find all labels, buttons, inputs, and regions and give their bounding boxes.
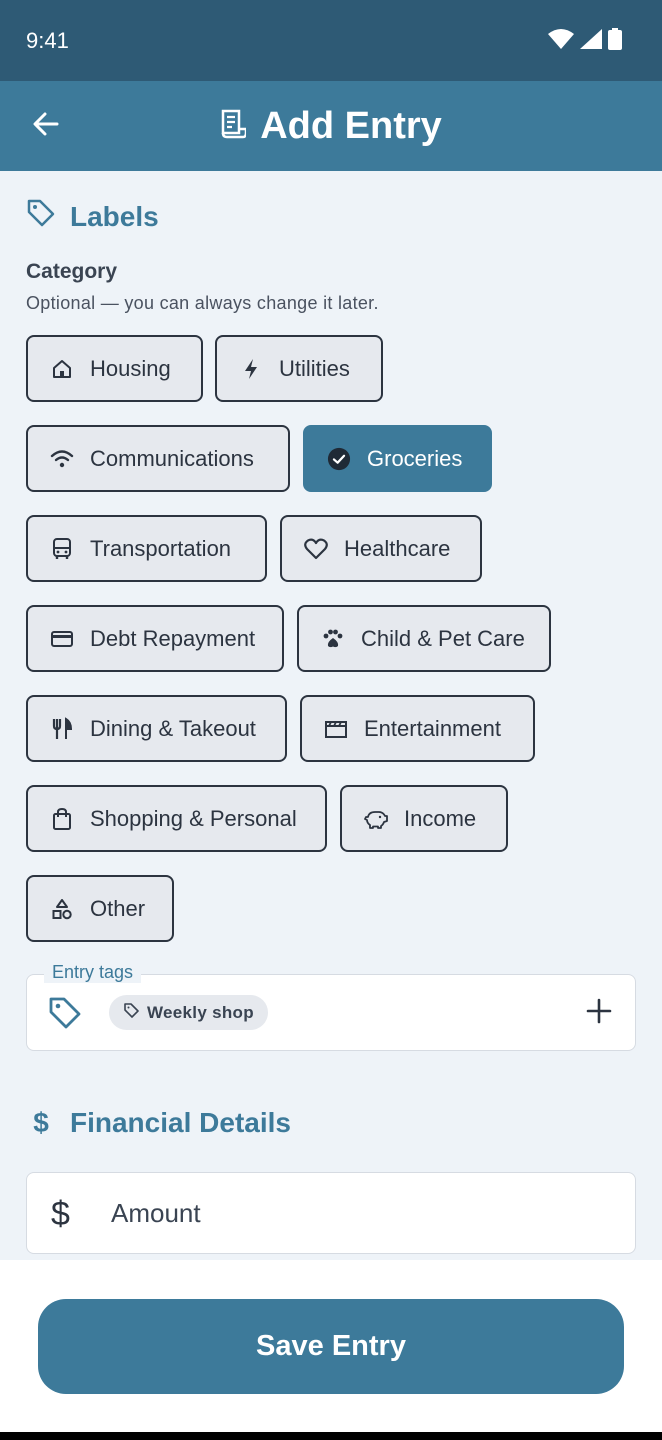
page-title: Add Entry [260, 104, 442, 147]
chip-label: Other [90, 895, 146, 921]
wifi-signal-icon [548, 29, 574, 54]
dollar-icon: $ [51, 1195, 70, 1233]
plus-icon [586, 998, 612, 1029]
chip-label: Child & Pet Care [361, 625, 525, 651]
chip-label: Debt Repayment [90, 625, 256, 651]
chip-label: Dining & Takeout [90, 715, 256, 741]
save-entry-button[interactable]: Save Entry [38, 1299, 624, 1394]
category-chip-shopping-personal[interactable]: Shopping & Personal [26, 785, 327, 852]
amount-input[interactable]: $ Amount [26, 1172, 636, 1254]
category-chip-dining-takeout[interactable]: Dining & Takeout [26, 695, 287, 762]
credit-card-icon [50, 627, 74, 651]
category-help-text: Optional — you can always change it late… [26, 293, 379, 313]
financial-details-heading-text: Financial Details [70, 1107, 291, 1138]
amount-placeholder: Amount [111, 1198, 201, 1228]
wifi-icon [50, 447, 74, 471]
entry-tags-label: Entry tags [44, 962, 142, 983]
chip-label: Communications [90, 445, 254, 471]
add-tag-button[interactable] [581, 995, 617, 1031]
labels-heading: Labels [26, 198, 159, 235]
category-chip-entertainment[interactable]: Entertainment [300, 695, 535, 762]
cell-signal-icon [580, 29, 602, 54]
category-chip-child-pet-care[interactable]: Child & Pet Care [297, 605, 551, 672]
tag-icon [47, 995, 83, 1036]
shapes-icon [50, 897, 74, 921]
bus-icon [50, 537, 74, 561]
bottom-action-panel: Save Entry [0, 1260, 662, 1432]
tag-icon [26, 198, 56, 235]
chip-label: Utilities [279, 355, 350, 381]
category-chip-utilities[interactable]: Utilities [215, 335, 383, 402]
shopping-bag-icon [50, 807, 74, 831]
app-bar: Add Entry [0, 81, 662, 171]
financial-details-heading: $ Financial Details [26, 1107, 291, 1139]
status-bar: 9:41 [0, 0, 662, 81]
category-chip-housing[interactable]: Housing [26, 335, 203, 402]
dollar-icon: $ [33, 1107, 49, 1138]
chip-label: Groceries [367, 445, 463, 471]
category-chip-debt-repayment[interactable]: Debt Repayment [26, 605, 284, 672]
receipt-icon [220, 109, 248, 144]
chip-label: Shopping & Personal [90, 805, 297, 831]
check-circle-icon [327, 447, 351, 471]
category-chip-transportation[interactable]: Transportation [26, 515, 267, 582]
category-chip-other[interactable]: Other [26, 875, 174, 942]
chip-label: Housing [90, 355, 171, 381]
battery-icon [608, 28, 622, 55]
chip-label: Healthcare [344, 535, 451, 561]
chip-label: Entertainment [364, 715, 501, 741]
app-title-group: Add Entry [0, 81, 662, 171]
tag-chip-weekly-shop[interactable]: Weekly shop [109, 995, 268, 1030]
chip-label: Transportation [90, 535, 232, 561]
status-time: 9:41 [26, 28, 69, 53]
category-chip-healthcare[interactable]: Healthcare [280, 515, 482, 582]
chip-label: Income [404, 805, 477, 831]
system-nav-bar [0, 1432, 662, 1440]
labels-heading-text: Labels [70, 200, 159, 232]
tag-small-icon [123, 1002, 139, 1023]
tag-chip-label: Weekly shop [147, 1002, 254, 1022]
category-chip-communications[interactable]: Communications [26, 425, 290, 492]
heart-icon [304, 537, 328, 561]
status-icons [548, 28, 622, 55]
entry-tags-field[interactable]: Weekly shop [26, 974, 636, 1051]
clapperboard-icon [324, 717, 348, 741]
category-chip-groceries[interactable]: Groceries [303, 425, 492, 492]
home-icon [50, 357, 74, 381]
piggy-bank-icon [364, 807, 388, 831]
category-label: Category [26, 260, 118, 283]
bolt-icon [239, 357, 263, 381]
fork-knife-icon [50, 716, 74, 741]
paw-icon [321, 627, 345, 651]
category-chip-income[interactable]: Income [340, 785, 508, 852]
